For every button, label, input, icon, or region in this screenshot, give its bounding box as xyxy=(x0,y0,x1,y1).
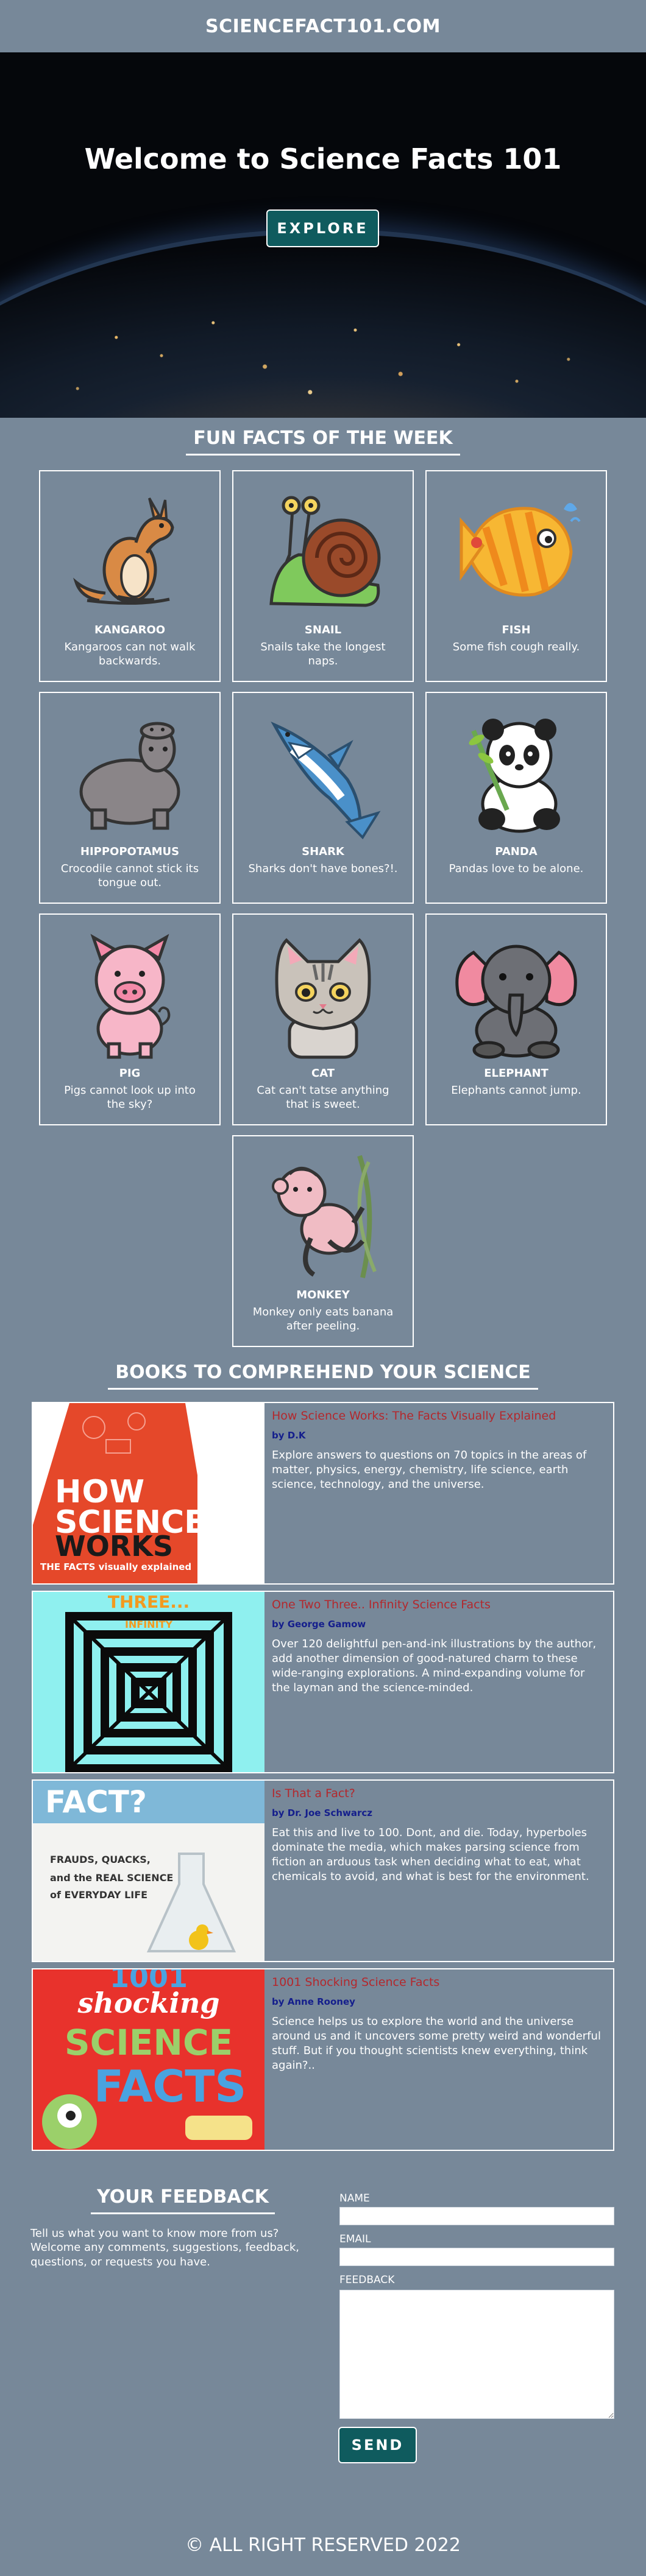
site-title[interactable]: SCIENCEFACT101.COM xyxy=(205,16,441,37)
cover-line-three: THREE... xyxy=(107,1592,190,1612)
email-field[interactable] xyxy=(339,2248,614,2266)
hippopotamus-icon xyxy=(79,722,180,830)
feedback-intro: Tell us what you want to know more from … xyxy=(30,2227,300,2268)
fact-card-panda[interactable]: PANDA Pandas love to be alone. xyxy=(425,692,607,904)
fact-text: Kangaroos can not walk backwards. xyxy=(64,641,196,668)
kangaroo-icon xyxy=(73,498,174,605)
hero-banner: Welcome to Science Facts 101 EXPLORE xyxy=(0,52,646,418)
fact-name: HIPPOPOTAMUS xyxy=(80,845,180,858)
feedback-textarea[interactable] xyxy=(339,2290,614,2419)
fact-text: Sharks don't have bones?!. xyxy=(248,862,398,875)
book-author: by George Gamow xyxy=(272,1619,366,1630)
cat-icon xyxy=(275,938,371,1059)
fact-name: ELEPHANT xyxy=(484,1067,548,1080)
book-card[interactable]: HOW SCIENCE WORKS THE FACTS visually exp… xyxy=(32,1402,614,1585)
fact-name: KANGAROO xyxy=(94,624,166,636)
cover-line-subtitle: THE FACTS visually explained xyxy=(40,1561,192,1572)
name-label: NAME xyxy=(339,2192,370,2205)
fact-text: Crocodile cannot stick its tongue out. xyxy=(60,862,199,890)
hero-heading: Welcome to Science Facts 101 xyxy=(84,143,562,175)
send-button[interactable]: SEND xyxy=(338,2427,417,2463)
books-section-title: BOOKS TO COMPREHEND YOUR SCIENCE xyxy=(0,1362,646,1390)
book-title[interactable]: One Two Three.. Infinity Science Facts xyxy=(272,1598,606,1611)
fact-card-kangaroo[interactable]: KANGAROO Kangaroos can not walk backward… xyxy=(39,470,221,682)
fact-card-elephant[interactable]: ELEPHANT Elephants cannot jump. xyxy=(425,913,607,1125)
book-title[interactable]: 1001 Shocking Science Facts xyxy=(272,1976,606,1989)
book-cover[interactable]: FACT? FRAUDS, QUACKS, and the REAL SCIEN… xyxy=(33,1781,264,1961)
fact-text: Pandas love to be alone. xyxy=(449,862,584,875)
name-field[interactable] xyxy=(339,2207,614,2225)
cover-line-frauds: FRAUDS, QUACKS, xyxy=(50,1854,151,1865)
cover-line-everyday: of EVERYDAY LIFE xyxy=(50,1889,148,1901)
book-card[interactable]: 1001 shocking SCIENCE FACTS 1001 Shockin… xyxy=(32,1968,614,2151)
fact-card-pig[interactable]: PIG Pigs cannot look up into the sky? xyxy=(39,913,221,1125)
pig-icon xyxy=(90,934,171,1059)
book-author: by Anne Rooney xyxy=(272,1996,355,2007)
fish-icon xyxy=(460,503,581,597)
book-info: How Science Works: The Facts Visually Ex… xyxy=(272,1409,606,1492)
book-card[interactable]: FACT? FRAUDS, QUACKS, and the REAL SCIEN… xyxy=(32,1779,614,1962)
feedback-label: FEEDBACK xyxy=(339,2274,395,2286)
book-author: by Dr. Joe Schwarcz xyxy=(272,1807,373,1818)
fact-name: PANDA xyxy=(495,845,538,858)
book-cover[interactable]: THREE... INFINITY xyxy=(33,1592,264,1772)
book-cover[interactable]: 1001 shocking SCIENCE FACTS xyxy=(33,1969,264,2150)
book-title[interactable]: Is That a Fact? xyxy=(272,1787,606,1800)
feedback-title: YOUR FEEDBACK xyxy=(30,2186,335,2214)
email-label: EMAIL xyxy=(339,2233,371,2245)
book-card[interactable]: THREE... INFINITY One Two Three.. Infini… xyxy=(32,1591,614,1773)
fact-name: MONKEY xyxy=(296,1289,350,1301)
book-description: Over 120 delightful pen-and-ink illustra… xyxy=(272,1638,597,1694)
fact-text: Pigs cannot look up into the sky? xyxy=(64,1084,196,1111)
cover-line-works: WORKS xyxy=(55,1530,174,1563)
cover-line-shocking: shocking xyxy=(77,1987,220,2019)
shark-icon xyxy=(271,721,381,840)
fact-name: FISH xyxy=(502,624,531,636)
book-info: Is That a Fact? by Dr. Joe Schwarcz Eat … xyxy=(272,1787,606,1884)
fact-card-monkey[interactable]: MONKEY Monkey only eats banana after pee… xyxy=(232,1135,414,1347)
fact-card-cat[interactable]: CAT Cat can't tatse anything that is swe… xyxy=(232,913,414,1125)
site-header: SCIENCEFACT101.COM xyxy=(0,0,646,52)
fact-name: CAT xyxy=(311,1067,335,1080)
fact-text: Monkey only eats banana after peeling. xyxy=(252,1306,394,1333)
cover-line-infinity: INFINITY xyxy=(124,1619,173,1630)
fact-text: Elephants cannot jump. xyxy=(451,1084,581,1097)
cover-line-science: SCIENCE xyxy=(64,2022,233,2063)
fact-card-shark[interactable]: SHARK Sharks don't have bones?!. xyxy=(232,692,414,904)
cover-line-facts: FACTS xyxy=(93,2061,247,2112)
monkey-icon xyxy=(272,1155,377,1278)
fact-card-fish[interactable]: FISH Some fish cough really. xyxy=(425,470,607,682)
book-author: by D.K xyxy=(272,1430,306,1441)
snail-icon xyxy=(269,496,381,607)
elephant-icon xyxy=(455,945,577,1059)
fact-name: SNAIL xyxy=(304,624,342,636)
book-info: 1001 Shocking Science Facts by Anne Roon… xyxy=(272,1976,606,2073)
fact-card-hippopotamus[interactable]: HIPPOPOTAMUS Crocodile cannot stick its … xyxy=(39,692,221,904)
fact-text: Snails take the longest naps. xyxy=(260,641,386,668)
book-info: One Two Three.. Infinity Science Facts b… xyxy=(272,1598,606,1695)
book-title[interactable]: How Science Works: The Facts Visually Ex… xyxy=(272,1409,606,1423)
fact-name: PIG xyxy=(119,1067,141,1080)
panda-icon xyxy=(469,719,560,833)
fact-text: Cat can't tatse anything that is sweet. xyxy=(257,1084,389,1111)
book-description: Eat this and live to 100. Dont, and die.… xyxy=(272,1826,589,1883)
cover-line-real-science: and the REAL SCIENCE xyxy=(50,1872,174,1884)
explore-button[interactable]: EXPLORE xyxy=(266,209,379,247)
fact-text: Some fish cough really. xyxy=(452,641,580,653)
fact-name: SHARK xyxy=(302,845,344,858)
fact-card-snail[interactable]: SNAIL Snails take the longest naps. xyxy=(232,470,414,682)
cover-line-fact: FACT? xyxy=(45,1784,147,1820)
footer-copyright: © ALL RIGHT RESERVED 2022 xyxy=(185,2535,461,2556)
book-cover[interactable]: HOW SCIENCE WORKS THE FACTS visually exp… xyxy=(33,1403,264,1583)
book-description: Explore answers to questions on 70 topic… xyxy=(272,1449,587,1491)
facts-section-title: FUN FACTS OF THE WEEK xyxy=(0,428,646,456)
book-description: Science helps us to explore the world an… xyxy=(272,2015,601,2072)
